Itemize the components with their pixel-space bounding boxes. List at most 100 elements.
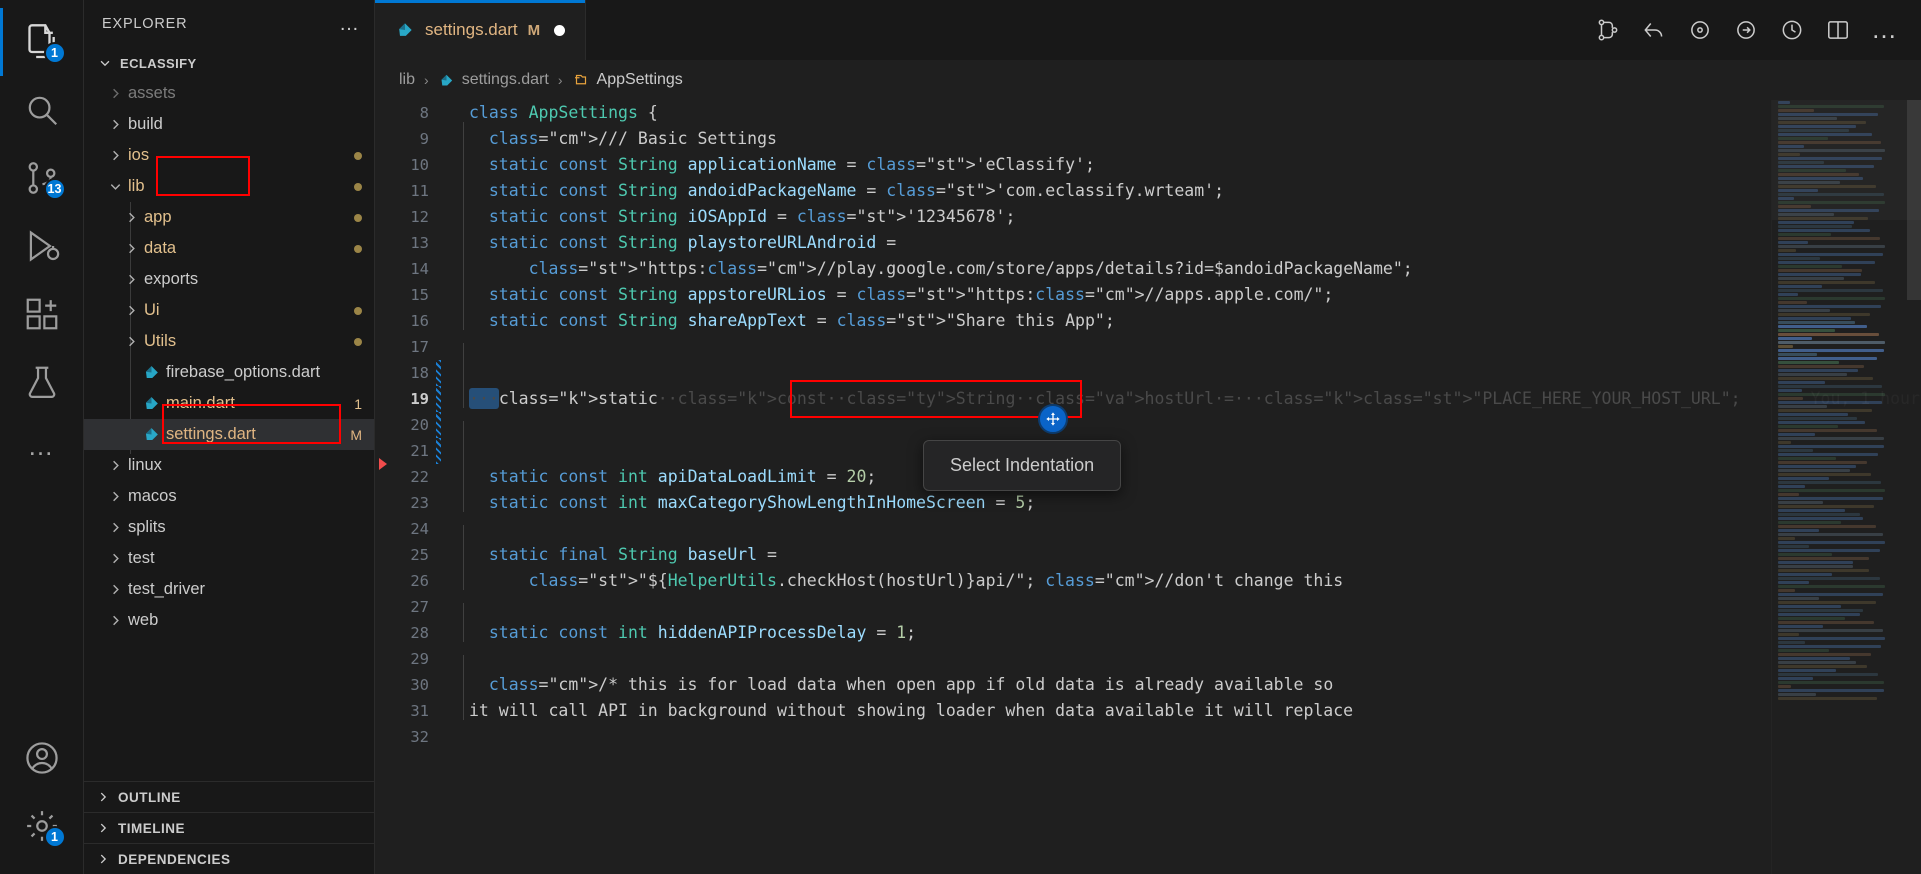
breadcrumb-item-symbol[interactable]: AppSettings <box>572 71 683 89</box>
panel-outline[interactable]: OUTLINE <box>84 781 374 812</box>
code-line-text[interactable]: class="st">"https:class="cm">//play.goog… <box>463 256 1413 282</box>
code-line[interactable]: 30 class="cm">/* this is for load data w… <box>375 672 1921 698</box>
code-line-text[interactable]: static const String andoidPackageName = … <box>463 178 1224 204</box>
code-line[interactable]: 29 <box>375 646 1921 672</box>
code-line[interactable]: 25 static final String baseUrl = <box>375 542 1921 568</box>
code-line[interactable]: 19···class="k">static··class="k">const··… <box>375 386 1921 412</box>
breadcrumb-item-lib[interactable]: lib <box>399 71 415 89</box>
code-line[interactable]: 16 static const String shareAppText = cl… <box>375 308 1921 334</box>
project-root-row[interactable]: ECLASSIFY <box>84 48 374 78</box>
code-line[interactable]: 32 <box>375 724 1921 750</box>
code-line[interactable]: 17 <box>375 334 1921 360</box>
code-line-text[interactable]: static final String baseUrl = <box>463 542 777 568</box>
code-line-text[interactable]: class="st">"${HelperUtils.checkHost(host… <box>463 568 1343 594</box>
code-line-text[interactable]: static const int maxCategoryShowLengthIn… <box>463 490 1035 516</box>
code-line[interactable]: 12 static const String iOSAppId = class=… <box>375 204 1921 230</box>
more-actions-icon[interactable]: … <box>1871 22 1899 38</box>
tree-item-linux[interactable]: linux <box>84 450 374 481</box>
code-line-text[interactable]: class="cm">/* this is for load data when… <box>463 672 1333 698</box>
tree-item-utils[interactable]: Utils <box>84 326 374 357</box>
tree-item-build[interactable]: build <box>84 109 374 140</box>
activity-bar-item-testing[interactable] <box>0 348 84 416</box>
code-line-text[interactable]: static const String iOSAppId = class="st… <box>463 204 1015 230</box>
code-line-text[interactable]: static const int apiDataLoadLimit = 20; <box>463 464 876 490</box>
code-line-text[interactable]: ···class="k">static··class="k">const··cl… <box>463 386 1921 412</box>
code-line[interactable]: 15 static const String appstoreURLios = … <box>375 282 1921 308</box>
tree-item-lib[interactable]: lib <box>84 171 374 202</box>
tree-item-web[interactable]: web <box>84 605 374 636</box>
tree-item-exports[interactable]: exports <box>84 264 374 295</box>
minimap-line <box>1778 549 1880 552</box>
tree-item-test-driver[interactable]: test_driver <box>84 574 374 605</box>
file-tree[interactable]: assetsbuildioslibappdataexportsUiUtilsfi… <box>84 78 374 781</box>
code-line[interactable]: 27 <box>375 594 1921 620</box>
activity-bar-item-search[interactable] <box>0 76 84 144</box>
code-line[interactable]: 21 <box>375 438 1921 464</box>
activity-bar-item-source-control[interactable]: 13 <box>0 144 84 212</box>
panel-dependencies[interactable]: DEPENDENCIES <box>84 843 374 874</box>
tree-item-ui[interactable]: Ui <box>84 295 374 326</box>
code-line[interactable]: 13 static const String playstoreURLAndro… <box>375 230 1921 256</box>
minimap[interactable] <box>1771 100 1921 874</box>
minimap-line <box>1778 233 1831 236</box>
activity-bar-item-run-and-debug[interactable] <box>0 212 84 280</box>
code-line-text[interactable]: class="cm">/// Basic Settings <box>463 126 777 152</box>
tree-item-settings-dart[interactable]: settings.dartM <box>84 419 374 450</box>
code-line[interactable]: 14 class="st">"https:class="cm">//play.g… <box>375 256 1921 282</box>
code-line-text[interactable]: static const String applicationName = cl… <box>463 152 1095 178</box>
editor-vertical-scrollbar[interactable] <box>1907 100 1921 874</box>
breadcrumb-item-file[interactable]: settings.dart <box>438 71 549 89</box>
tree-item-main-dart[interactable]: main.dart1 <box>84 388 374 419</box>
activity-bar-item-explorer[interactable]: 1 <box>0 8 84 76</box>
tree-item-assets[interactable]: assets <box>84 78 374 109</box>
debug-icon[interactable] <box>1779 17 1805 43</box>
tree-item-test[interactable]: test <box>84 543 374 574</box>
code-line[interactable]: 8class AppSettings { <box>375 100 1921 126</box>
code-line[interactable]: 26 class="st">"${HelperUtils.checkHost(h… <box>375 568 1921 594</box>
code-line[interactable]: 9 class="cm">/// Basic Settings <box>375 126 1921 152</box>
code-lines[interactable]: 8class AppSettings {9 class="cm">/// Bas… <box>375 100 1921 750</box>
code-line[interactable]: 20 <box>375 412 1921 438</box>
step-over-icon[interactable] <box>1733 17 1759 43</box>
code-line[interactable]: 28 static const int hiddenAPIProcessDela… <box>375 620 1921 646</box>
code-line[interactable]: 10 static const String applicationName =… <box>375 152 1921 178</box>
tree-item-data[interactable]: data <box>84 233 374 264</box>
code-line[interactable]: 24 <box>375 516 1921 542</box>
activity-bar-item-settings[interactable]: 1 <box>0 792 84 860</box>
code-line-text[interactable]: static const String appstoreURLios = cla… <box>463 282 1333 308</box>
activity-bar-item-extensions[interactable] <box>0 280 84 348</box>
minimap-line <box>1778 189 1818 192</box>
vscode-window: 1 13 <box>0 0 1921 874</box>
run-target-icon[interactable] <box>1687 17 1713 43</box>
code-line-text[interactable]: static const String playstoreURLAndroid … <box>463 230 896 256</box>
code-line[interactable]: 22 static const int apiDataLoadLimit = 2… <box>375 464 1921 490</box>
code-line[interactable]: 11 static const String andoidPackageName… <box>375 178 1921 204</box>
code-line-text[interactable]: class AppSettings { <box>463 100 658 126</box>
code-line[interactable]: 23 static const int maxCategoryShowLengt… <box>375 490 1921 516</box>
select-indentation-dialog[interactable]: Select Indentation <box>923 440 1121 491</box>
tree-item-splits[interactable]: splits <box>84 512 374 543</box>
go-back-icon[interactable] <box>1641 17 1667 43</box>
code-line[interactable]: 31it will call API in background without… <box>375 698 1921 724</box>
activity-bar-more-button[interactable]: … <box>0 416 84 476</box>
activity-bar-item-accounts[interactable] <box>0 724 84 792</box>
minimap-line <box>1778 225 1852 228</box>
minimap-line <box>1778 345 1793 348</box>
tree-item-app[interactable]: app <box>84 202 374 233</box>
tree-item-macos[interactable]: macos <box>84 481 374 512</box>
split-editor-icon[interactable] <box>1825 17 1851 43</box>
panel-timeline[interactable]: TIMELINE <box>84 812 374 843</box>
split-in-group-icon[interactable] <box>1595 17 1621 43</box>
tab-settings-dart[interactable]: settings.dart M <box>375 0 586 60</box>
tab-dirty-indicator[interactable] <box>554 25 565 36</box>
tree-item-firebase-options-dart[interactable]: firebase_options.dart <box>84 357 374 388</box>
project-root-label: ECLASSIFY <box>120 56 197 71</box>
code-line-text[interactable]: it will call API in background without s… <box>463 698 1353 724</box>
code-editor[interactable]: 8class AppSettings {9 class="cm">/// Bas… <box>375 100 1921 874</box>
tree-item-ios[interactable]: ios <box>84 140 374 171</box>
code-line[interactable]: 18 <box>375 360 1921 386</box>
code-line-text[interactable]: static const String shareAppText = class… <box>463 308 1115 334</box>
code-line-text[interactable]: static const int hiddenAPIProcessDelay =… <box>463 620 916 646</box>
scrollbar-thumb[interactable] <box>1907 100 1921 300</box>
explorer-more-actions-button[interactable]: … <box>339 14 360 34</box>
